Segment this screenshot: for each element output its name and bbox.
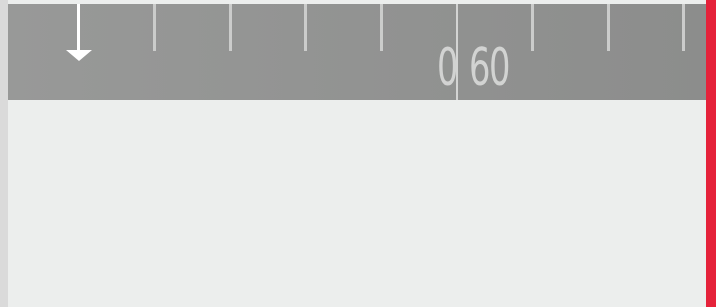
left-edge — [0, 0, 8, 307]
time-readout-left: 0 — [437, 38, 458, 98]
down-arrow-icon[interactable] — [66, 4, 92, 64]
ruler-tick — [607, 4, 610, 51]
ruler-tick — [531, 4, 534, 51]
ruler-tick — [304, 4, 307, 51]
time-ruler[interactable]: 0 60 — [8, 4, 706, 100]
time-readout-right: 60 — [469, 38, 510, 98]
ruler-tick — [229, 4, 232, 51]
accent-edge — [706, 0, 716, 307]
ruler-tick — [682, 4, 685, 51]
ruler-tick — [153, 4, 156, 51]
ruler-tick — [380, 4, 383, 51]
